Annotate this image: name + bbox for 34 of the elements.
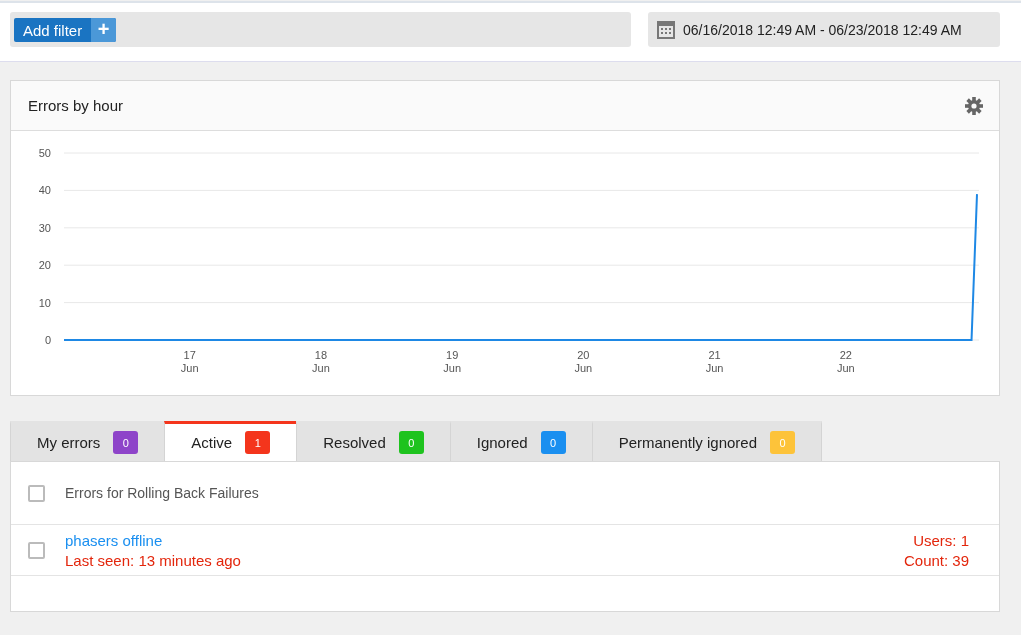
count-badge: 0 xyxy=(398,431,424,454)
count-badge: 0 xyxy=(770,431,796,454)
y-axis-label: 50 xyxy=(38,147,51,159)
checkbox[interactable] xyxy=(28,484,45,502)
add-filter-button[interactable]: Add filter + xyxy=(14,17,117,42)
y-axis-label: 30 xyxy=(38,221,51,234)
calendar-icon xyxy=(657,20,675,39)
count-badge: 1 xyxy=(245,431,271,454)
x-axis-label: 21 Jun xyxy=(705,349,724,374)
y-axis-label: 20 xyxy=(38,259,51,272)
tab[interactable]: Ignored 0 xyxy=(449,421,593,461)
last-seen-text: Last seen: 13 minutes ago xyxy=(65,551,242,569)
y-axis-label: 0 xyxy=(44,334,51,346)
y-axis-label: 40 xyxy=(38,184,51,197)
count-badge: 0 xyxy=(113,431,139,454)
tab[interactable]: Active 1 xyxy=(164,421,298,461)
list-title: Errors for Rolling Back Failures xyxy=(65,485,259,501)
x-axis-label: 18 Jun xyxy=(312,349,330,374)
tab[interactable]: My errors 0 xyxy=(10,421,166,461)
tab[interactable]: Resolved 0 xyxy=(296,421,451,461)
date-range-picker[interactable]: 06/16/2018 12:49 AM - 06/23/2018 12:49 AM xyxy=(648,12,1000,47)
tab[interactable]: Permanently ignored 0 xyxy=(591,421,823,461)
x-axis-label: 17 Jun xyxy=(180,349,199,374)
chart-title: Errors by hour xyxy=(28,97,124,114)
y-axis-label: 10 xyxy=(38,296,51,309)
count-badge: 0 xyxy=(540,431,566,454)
error-count: Count: 39 xyxy=(903,551,969,569)
x-axis-label: 19 Jun xyxy=(443,349,462,374)
error-link[interactable]: phasers offline xyxy=(65,531,163,549)
settings-icon[interactable] xyxy=(965,96,983,115)
checkbox[interactable] xyxy=(28,541,45,559)
x-axis-label: 22 Jun xyxy=(836,349,855,374)
users-count: Users: 1 xyxy=(913,531,969,549)
x-axis-label: 20 Jun xyxy=(574,349,593,374)
